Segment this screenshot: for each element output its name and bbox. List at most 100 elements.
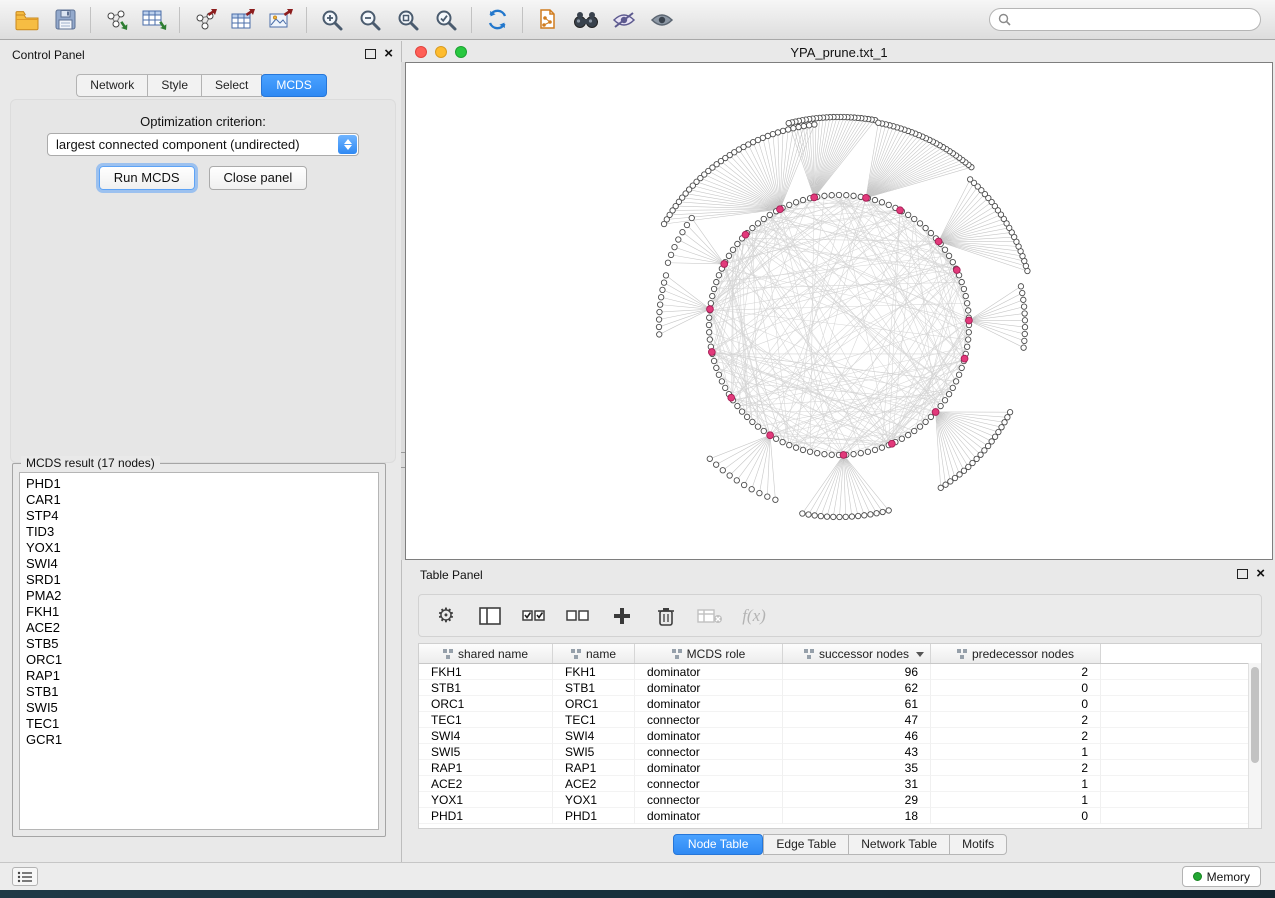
table-row[interactable]: SWI4 SWI4 dominator 46 2 [419,728,1261,744]
cell-successor-nodes: 47 [783,712,931,728]
criterion-dropdown-value: largest connected component (undirected) [48,137,338,152]
import-table-icon[interactable] [135,4,173,36]
delete-table-icon [697,603,723,629]
tab-network[interactable]: Network [76,74,147,97]
mcds-result-item[interactable]: ORC1 [26,652,378,668]
table-settings-gear-icon[interactable]: ⚙ [433,603,459,629]
mcds-result-title: MCDS result (17 nodes) [21,456,160,470]
zoom-in-icon[interactable] [313,4,351,36]
close-panel-button[interactable]: Close panel [209,166,308,190]
mcds-result-item[interactable]: STB1 [26,684,378,700]
network-canvas[interactable] [405,62,1273,560]
table-row[interactable]: YOX1 YOX1 connector 29 1 [419,792,1261,808]
tab-network-table[interactable]: Network Table [848,834,949,855]
mcds-result-item[interactable]: RAP1 [26,668,378,684]
add-column-icon[interactable] [609,603,635,629]
import-network-icon[interactable] [97,4,135,36]
table-row[interactable]: PHD1 PHD1 dominator 18 0 [419,808,1261,824]
select-all-icon[interactable] [521,603,547,629]
attribute-icon [443,649,453,659]
show-details-icon[interactable] [643,4,681,36]
table-row[interactable]: RAP1 RAP1 dominator 35 2 [419,760,1261,776]
tab-edge-table[interactable]: Edge Table [763,834,848,855]
cell-filler [1101,760,1261,776]
mcds-result-item[interactable]: FKH1 [26,604,378,620]
refresh-icon[interactable] [478,4,516,36]
close-panel-icon[interactable]: × [384,48,393,60]
table-row[interactable]: SWI5 SWI5 connector 43 1 [419,744,1261,760]
close-table-panel-icon[interactable]: × [1256,568,1265,580]
task-history-button[interactable] [12,867,38,886]
cell-shared-name: SWI5 [419,744,553,760]
cell-mcds-role: connector [635,776,783,792]
show-columns-icon[interactable] [477,603,503,629]
mcds-result-item[interactable]: SRD1 [26,572,378,588]
mcds-result-item[interactable]: ACE2 [26,620,378,636]
tab-select[interactable]: Select [201,74,262,97]
optimization-criterion-label: Optimization criterion: [11,114,395,129]
criterion-dropdown[interactable]: largest connected component (undirected) [47,133,359,156]
attribute-icon [672,649,682,659]
table-row[interactable]: STB1 STB1 dominator 62 0 [419,680,1261,696]
mcds-result-item[interactable]: TID3 [26,524,378,540]
zoom-out-icon[interactable] [351,4,389,36]
search-icon [998,13,1011,26]
mcds-result-item[interactable]: TEC1 [26,716,378,732]
column-header-predecessor-nodes[interactable]: predecessor nodes [931,644,1101,663]
export-network-icon[interactable] [186,4,224,36]
search-input[interactable] [1015,10,1260,30]
tab-node-table[interactable]: Node Table [673,834,764,855]
cell-shared-name: FKH1 [419,664,553,680]
hide-details-icon[interactable] [605,4,643,36]
save-icon[interactable] [46,4,84,36]
deselect-all-icon[interactable] [565,603,591,629]
mcds-result-item[interactable]: SWI5 [26,700,378,716]
table-row[interactable]: FKH1 FKH1 dominator 96 2 [419,664,1261,680]
cell-name: STB1 [553,680,635,696]
column-header-name[interactable]: name [553,644,635,663]
run-mcds-button[interactable]: Run MCDS [99,166,195,190]
mcds-result-item[interactable]: GCR1 [26,732,378,748]
delete-column-icon[interactable] [653,603,679,629]
cell-filler [1101,792,1261,808]
network-graph[interactable] [406,63,1272,559]
mcds-result-item[interactable]: PHD1 [26,476,378,492]
zoom-selected-icon[interactable] [427,4,465,36]
export-table-icon[interactable] [224,4,262,36]
table-scrollbar-thumb[interactable] [1251,667,1259,763]
column-header-successor-nodes[interactable]: successor nodes [783,644,931,663]
column-sort-dropdown-icon[interactable] [916,652,924,657]
tab-style[interactable]: Style [147,74,201,97]
table-row[interactable]: TEC1 TEC1 connector 47 2 [419,712,1261,728]
column-header-shared-name[interactable]: shared name [419,644,553,663]
mcds-result-list[interactable]: PHD1CAR1STP4TID3YOX1SWI4SRD1PMA2FKH1ACE2… [19,472,379,830]
cell-predecessor-nodes: 0 [931,680,1101,696]
cell-shared-name: PHD1 [419,808,553,824]
open-folder-icon[interactable] [8,4,46,36]
mcds-result-item[interactable]: STP4 [26,508,378,524]
tab-motifs[interactable]: Motifs [949,834,1007,855]
mcds-result-item[interactable]: CAR1 [26,492,378,508]
float-panel-icon[interactable] [365,49,376,59]
cell-filler [1101,664,1261,680]
cell-predecessor-nodes: 2 [931,728,1101,744]
mcds-result-item[interactable]: STB5 [26,636,378,652]
zoom-fit-icon[interactable] [389,4,427,36]
clone-network-icon[interactable] [529,4,567,36]
mcds-result-item[interactable]: PMA2 [26,588,378,604]
search-network-icon[interactable] [567,4,605,36]
column-header-mcds-role[interactable]: MCDS role [635,644,783,663]
export-image-icon[interactable] [262,4,300,36]
memory-button[interactable]: Memory [1182,866,1261,887]
mcds-result-item[interactable]: YOX1 [26,540,378,556]
tab-mcds[interactable]: MCDS [261,74,326,97]
table-row[interactable]: ORC1 ORC1 dominator 61 0 [419,696,1261,712]
status-bar: Memory [0,862,1275,890]
table-panel-tabs: Node Table Edge Table Network Table Moti… [418,834,1262,855]
table-toolbar: ⚙ [418,594,1262,637]
table-scrollbar[interactable] [1248,663,1261,828]
float-table-panel-icon[interactable] [1237,569,1248,579]
mcds-result-item[interactable]: SWI4 [26,556,378,572]
cell-successor-nodes: 18 [783,808,931,824]
table-row[interactable]: ACE2 ACE2 connector 31 1 [419,776,1261,792]
